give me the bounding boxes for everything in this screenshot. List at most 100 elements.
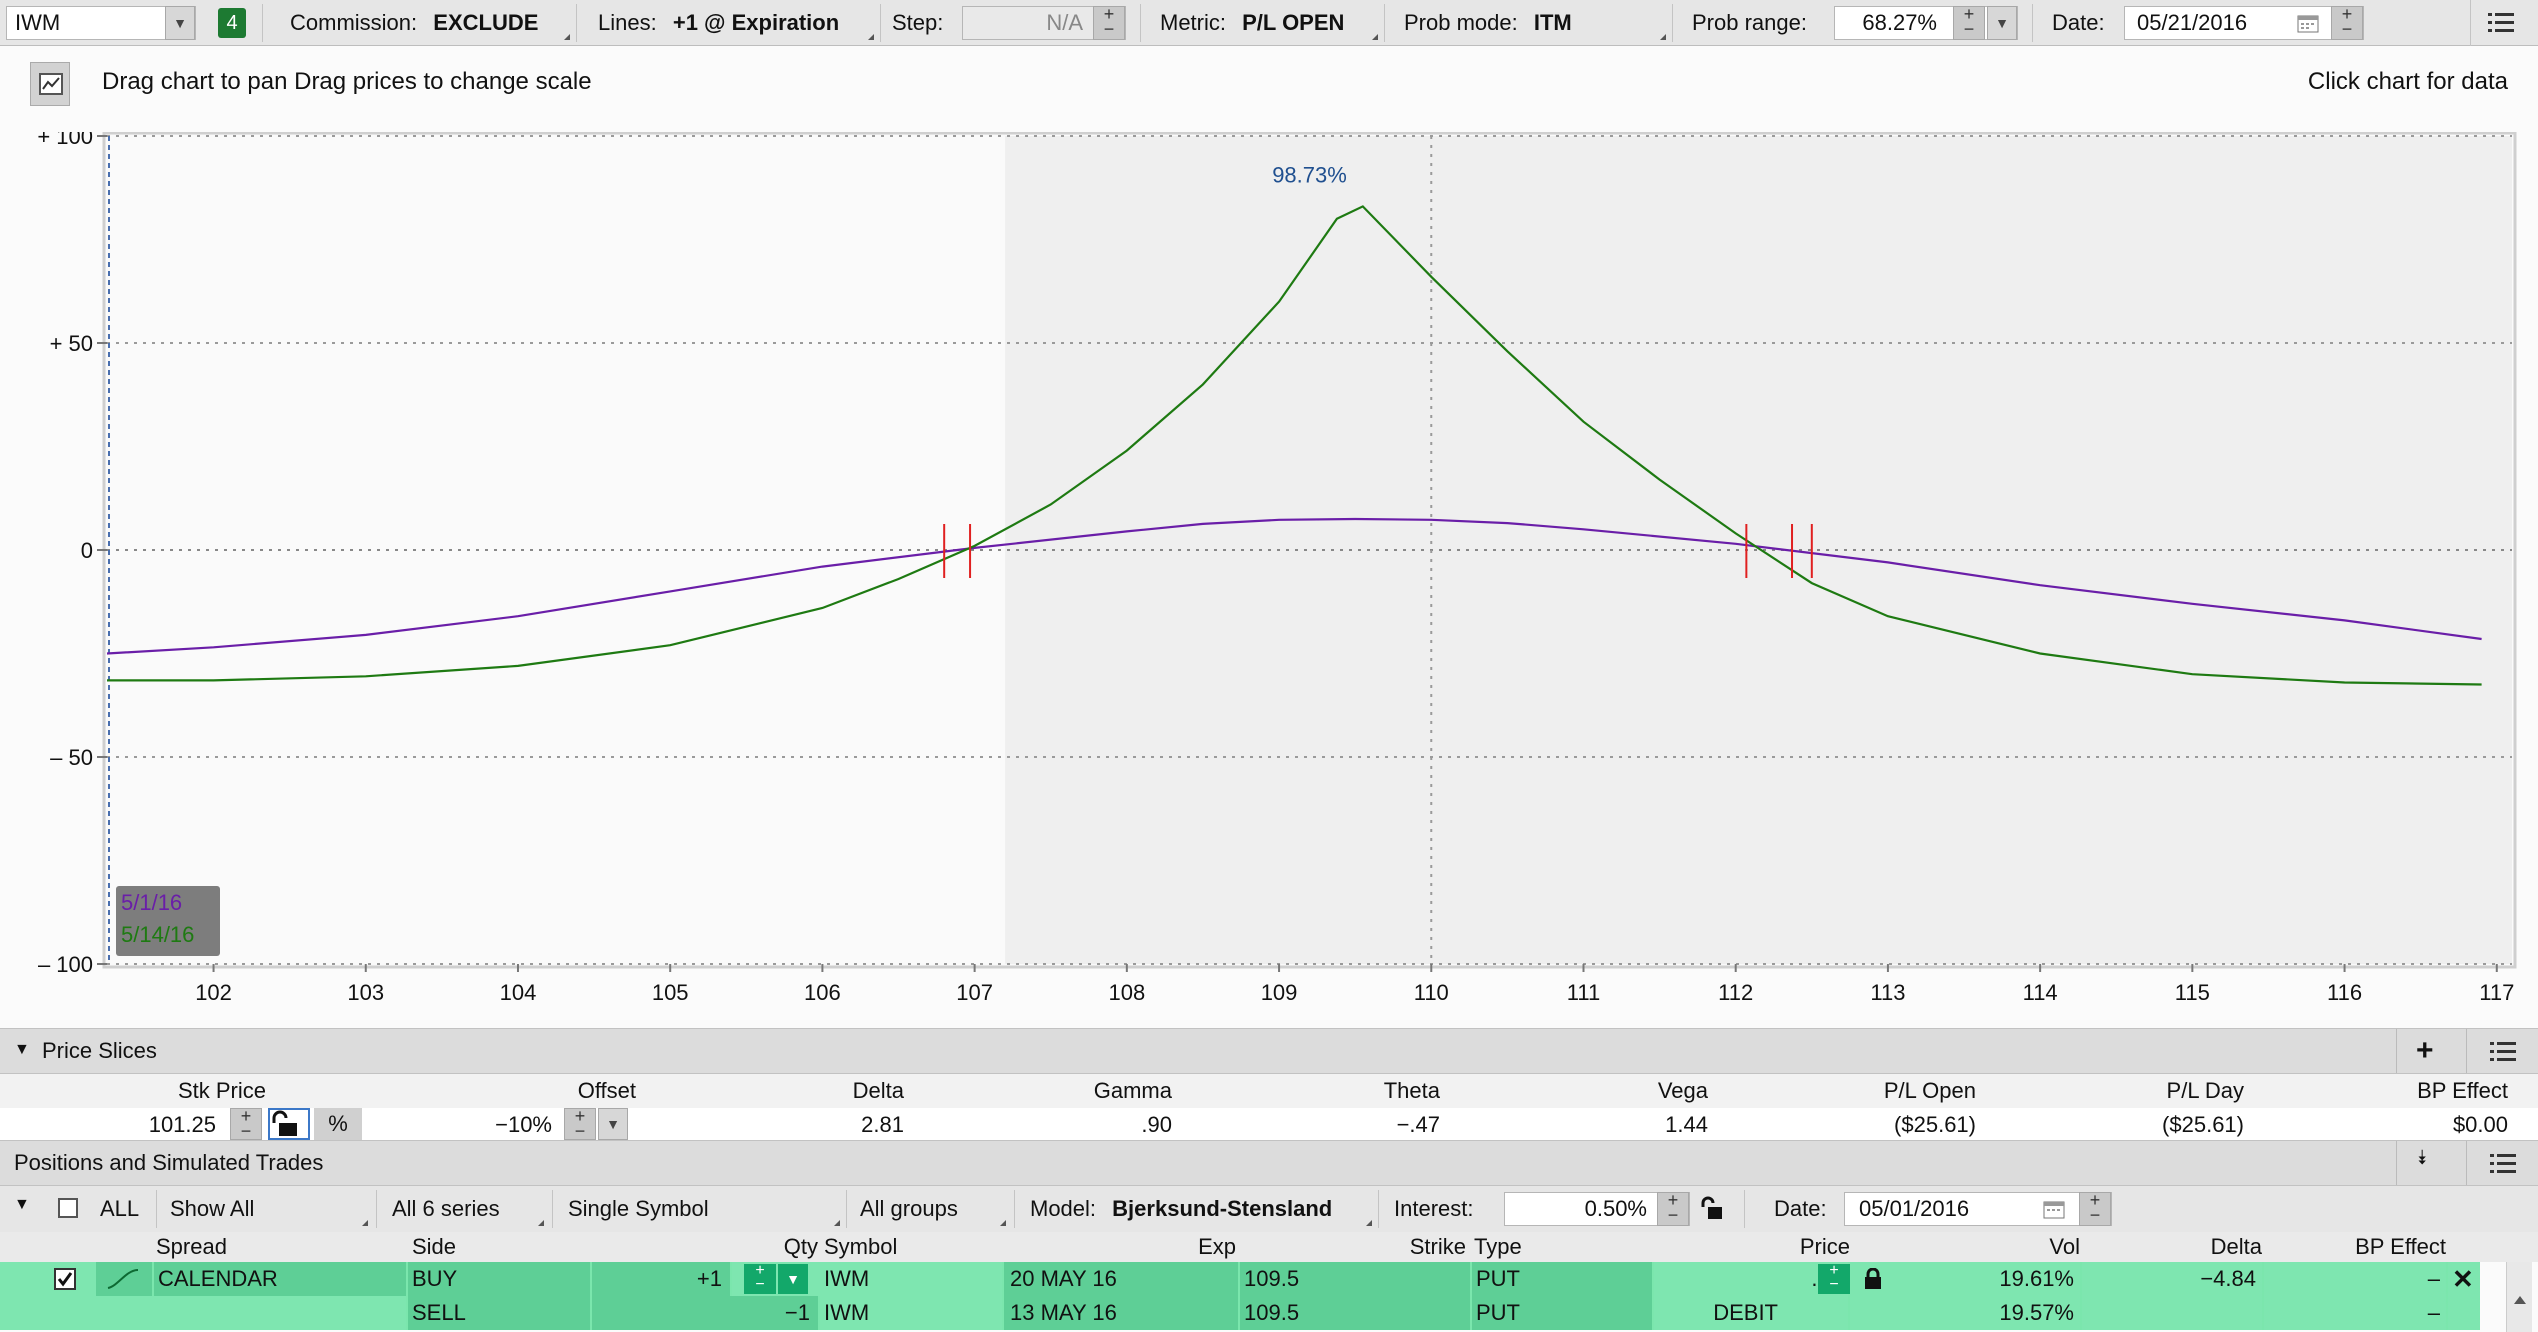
positions-title: Positions and Simulated Trades	[14, 1150, 324, 1175]
interest-input[interactable]: 0.50% + −	[1504, 1191, 1690, 1226]
bp-effect-value: $0.00	[2452, 1112, 2508, 1137]
positions-date-stepper[interactable]: + −	[2079, 1191, 2111, 1226]
y-tick-label: 0	[81, 538, 93, 563]
strike-cell[interactable]: 109.5	[1240, 1296, 1472, 1330]
chevron-down-icon[interactable]: ▼	[14, 1041, 30, 1059]
risk-profile-chart[interactable]: + 100 + 50 0 – 50 – 100 102 103 104 105 106 107 108…	[0, 132, 2538, 1026]
positions-date-input[interactable]: 05/01/2016 + −	[1844, 1191, 2112, 1226]
percent-toggle[interactable]: %	[314, 1108, 362, 1140]
chevron-down-icon[interactable]: ▼	[14, 1196, 30, 1214]
menu-icon[interactable]	[2490, 1039, 2516, 1063]
side-cell[interactable]: SELL	[408, 1296, 592, 1330]
groups-select[interactable]: All groups	[860, 1186, 958, 1232]
vol-cell[interactable]: 19.61%	[1854, 1262, 2082, 1296]
qty-stepper[interactable]: + −	[744, 1263, 776, 1294]
symbol-mode-select[interactable]: Single Symbol	[568, 1186, 709, 1232]
collapse-icon[interactable]: ⯯	[2416, 1147, 2428, 1170]
strike-cell[interactable]: 109.5	[1240, 1262, 1472, 1296]
click-chart-hint[interactable]: Click chart for data	[2308, 68, 2508, 96]
interest-stepper[interactable]: + −	[1657, 1191, 1689, 1226]
model-control[interactable]: Model: Bjerksund-Stensland	[1030, 1186, 1332, 1232]
qty-cell[interactable]: −1	[592, 1296, 820, 1330]
prob-range-label: Prob range:	[1692, 10, 1807, 35]
checkbox-icon[interactable]	[54, 1268, 76, 1290]
prob-mode-value: ITM	[1533, 10, 1572, 35]
x-tick-label: 105	[652, 980, 689, 1005]
close-icon[interactable]: ✕	[2452, 1262, 2474, 1296]
lock-open-icon[interactable]	[1700, 1196, 1726, 1220]
bp-effect-cell: –	[2264, 1262, 2448, 1296]
col-strike: Strike	[1409, 1234, 1466, 1259]
stk-price-stepper[interactable]: + −	[230, 1107, 262, 1140]
calendar-icon[interactable]	[2043, 1199, 2065, 1225]
symbol-cell: IWM	[820, 1296, 1004, 1330]
y-tick-label: – 100	[38, 952, 93, 977]
spread-cell[interactable]: CALENDAR	[154, 1262, 408, 1296]
plus-icon[interactable]: +	[2416, 1036, 2434, 1066]
qty-cell[interactable]: +1	[592, 1262, 732, 1296]
type-cell[interactable]: PUT	[1472, 1296, 1654, 1330]
side-cell[interactable]: BUY	[408, 1262, 592, 1296]
calendar-icon[interactable]	[2297, 13, 2319, 39]
delta-value: 2.81	[861, 1112, 904, 1137]
offset-stepper[interactable]: + −	[564, 1107, 596, 1140]
date-stepper[interactable]: + −	[2331, 5, 2363, 40]
col-bp-effect: BP Effect	[2355, 1234, 2446, 1259]
theta-value: −.47	[1396, 1112, 1440, 1137]
date-value: 05/21/2016	[2137, 10, 2248, 35]
lines-control[interactable]: Lines: +1 @ Expiration	[598, 0, 839, 46]
offset-value[interactable]: −10%	[380, 1108, 552, 1142]
lock-open-icon[interactable]	[268, 1108, 310, 1140]
position-row[interactable]: CALENDAR BUY +1 + − ▼ IWM 20 MAY 16 109.5…	[0, 1262, 2480, 1296]
symbol-dropdown-arrow[interactable]: ▼	[165, 6, 195, 40]
prob-mode-control[interactable]: Prob mode: ITM	[1404, 0, 1572, 46]
price-slices-columns: Stk Price Offset Delta Gamma Theta Vega …	[0, 1074, 2538, 1108]
price-slice-row[interactable]: 101.25 + − % −10% + − ▼ 2.81 .90 −.47 1.44…	[0, 1107, 2538, 1142]
x-tick-label: 113	[1870, 980, 1905, 1005]
col-qty: Qty	[783, 1234, 818, 1259]
link-badge[interactable]: 4	[218, 8, 246, 38]
step-input[interactable]: N/A + −	[962, 5, 1126, 40]
price-stepper[interactable]: + −	[1818, 1263, 1850, 1294]
scroll-up-icon[interactable]	[2514, 1296, 2526, 1304]
vol-cell[interactable]: 19.57%	[1854, 1296, 2082, 1330]
show-all-select[interactable]: Show All	[170, 1186, 254, 1232]
series-select[interactable]: All 6 series	[392, 1186, 500, 1232]
offset-dropdown[interactable]: ▼	[598, 1108, 628, 1140]
col-offset: Offset	[577, 1078, 636, 1103]
model-value: Bjerksund-Stensland	[1112, 1196, 1333, 1221]
select-all-checkbox[interactable]	[58, 1198, 78, 1218]
step-label: Step:	[892, 10, 944, 35]
positions-date-value: 05/01/2016	[1859, 1196, 1970, 1221]
vertical-scrollbar[interactable]	[2506, 1262, 2532, 1332]
date-input[interactable]: 05/21/2016 + −	[2124, 5, 2364, 40]
symbol-select[interactable]: IWM ▼	[6, 6, 196, 40]
y-tick-label: + 100	[37, 132, 93, 149]
col-pl-day: P/L Day	[2166, 1078, 2244, 1103]
all-label: ALL	[100, 1196, 140, 1221]
commission-control[interactable]: Commission: EXCLUDE	[290, 0, 538, 46]
positions-date-label: Date:	[1774, 1196, 1827, 1221]
menu-icon[interactable]	[2488, 10, 2514, 40]
chart-style-button[interactable]	[30, 62, 70, 106]
step-stepper[interactable]: + −	[1093, 5, 1125, 40]
pl-open-value: ($25.61)	[1894, 1112, 1976, 1137]
bp-effect-cell: –	[2264, 1296, 2448, 1330]
metric-control[interactable]: Metric: P/L OPEN	[1160, 0, 1344, 46]
debit-label: DEBIT	[1654, 1296, 1850, 1330]
stk-price-value[interactable]: 101.25	[60, 1108, 216, 1142]
exp-cell[interactable]: 20 MAY 16	[1004, 1262, 1240, 1296]
spread-cell	[154, 1296, 408, 1330]
prob-range-stepper[interactable]: + −	[1953, 5, 1985, 40]
exp-cell[interactable]: 13 MAY 16	[1004, 1296, 1240, 1330]
menu-icon[interactable]	[2490, 1151, 2516, 1175]
position-row[interactable]: SELL −1 IWM 13 MAY 16 109.5 PUT DEBIT 19…	[0, 1296, 2480, 1330]
x-tick-label: 103	[347, 980, 384, 1005]
qty-dropdown[interactable]: ▼	[778, 1264, 808, 1294]
type-cell[interactable]: PUT	[1472, 1262, 1654, 1296]
chart-canvas[interactable]: + 100 + 50 0 – 50 – 100 102 103 104 105 106 107 108…	[0, 132, 2538, 1026]
prob-range-input[interactable]: 68.27% + − ▼	[1834, 5, 2018, 40]
prob-range-dropdown[interactable]: ▼	[1987, 6, 2017, 40]
row-chart-toggle[interactable]	[96, 1262, 154, 1296]
positions-filter-bar: ▼ ALL Show All All 6 series Single Symbo…	[0, 1186, 2538, 1232]
